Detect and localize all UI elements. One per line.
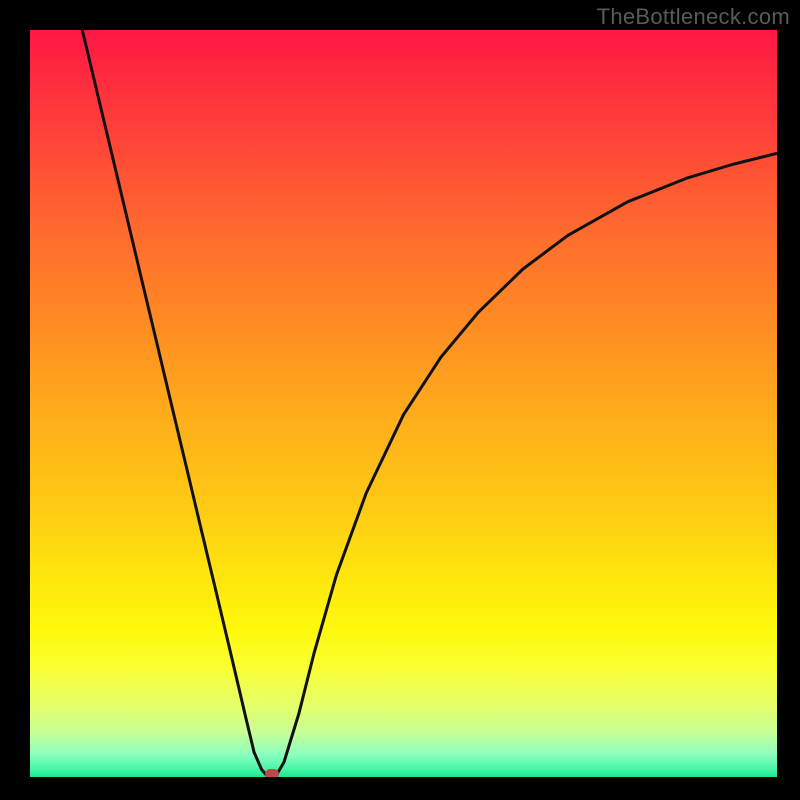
chart-container: TheBottleneck.com [0, 0, 800, 800]
minimum-marker [265, 769, 279, 777]
watermark-text: TheBottleneck.com [597, 4, 790, 30]
bottleneck-curve [82, 30, 777, 777]
curve-svg [30, 30, 777, 777]
plot-area [30, 30, 777, 777]
